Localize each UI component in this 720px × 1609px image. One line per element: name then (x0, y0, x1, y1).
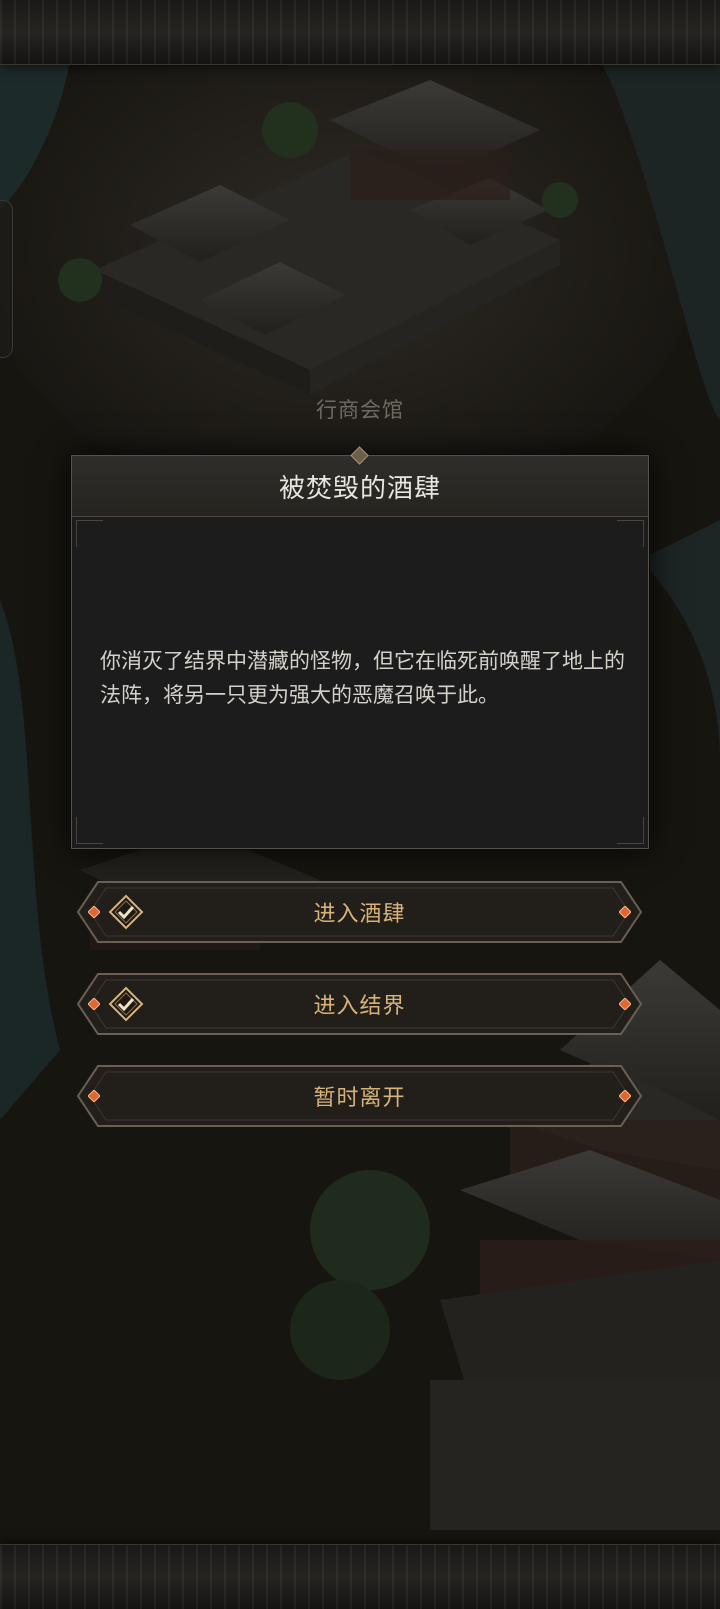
event-dialog: 被焚毁的酒肆 你消灭了结界中潜藏的怪物，但它在临死前唤醒了地上的法阵，将另一只更… (71, 446, 649, 849)
corner-ornament (617, 520, 644, 547)
option-enter-barrier-button[interactable]: 进入结界 (76, 972, 643, 1036)
dialog-header: 被焚毁的酒肆 (72, 456, 648, 517)
corner-ornament (617, 817, 644, 844)
corner-ornament (76, 520, 103, 547)
top-ornament-border (0, 0, 720, 65)
option-enter-tavern-button[interactable]: 进入酒肆 (76, 880, 643, 944)
dialog-body-text: 你消灭了结界中潜藏的怪物，但它在临死前唤醒了地上的法阵，将另一只更为强大的恶魔召… (100, 649, 625, 707)
location-name: 行商会馆 (316, 398, 404, 422)
dialog-title: 被焚毁的酒肆 (278, 473, 441, 504)
option-label: 进入结界 (313, 994, 406, 1019)
side-drawer-handle[interactable] (0, 200, 13, 358)
option-leave-button[interactable]: 暂时离开 (76, 1064, 643, 1128)
corner-ornament (76, 817, 103, 844)
option-label: 暂时离开 (313, 1086, 406, 1111)
bottom-ornament-border (0, 1544, 720, 1609)
option-label: 进入酒肆 (313, 902, 406, 927)
